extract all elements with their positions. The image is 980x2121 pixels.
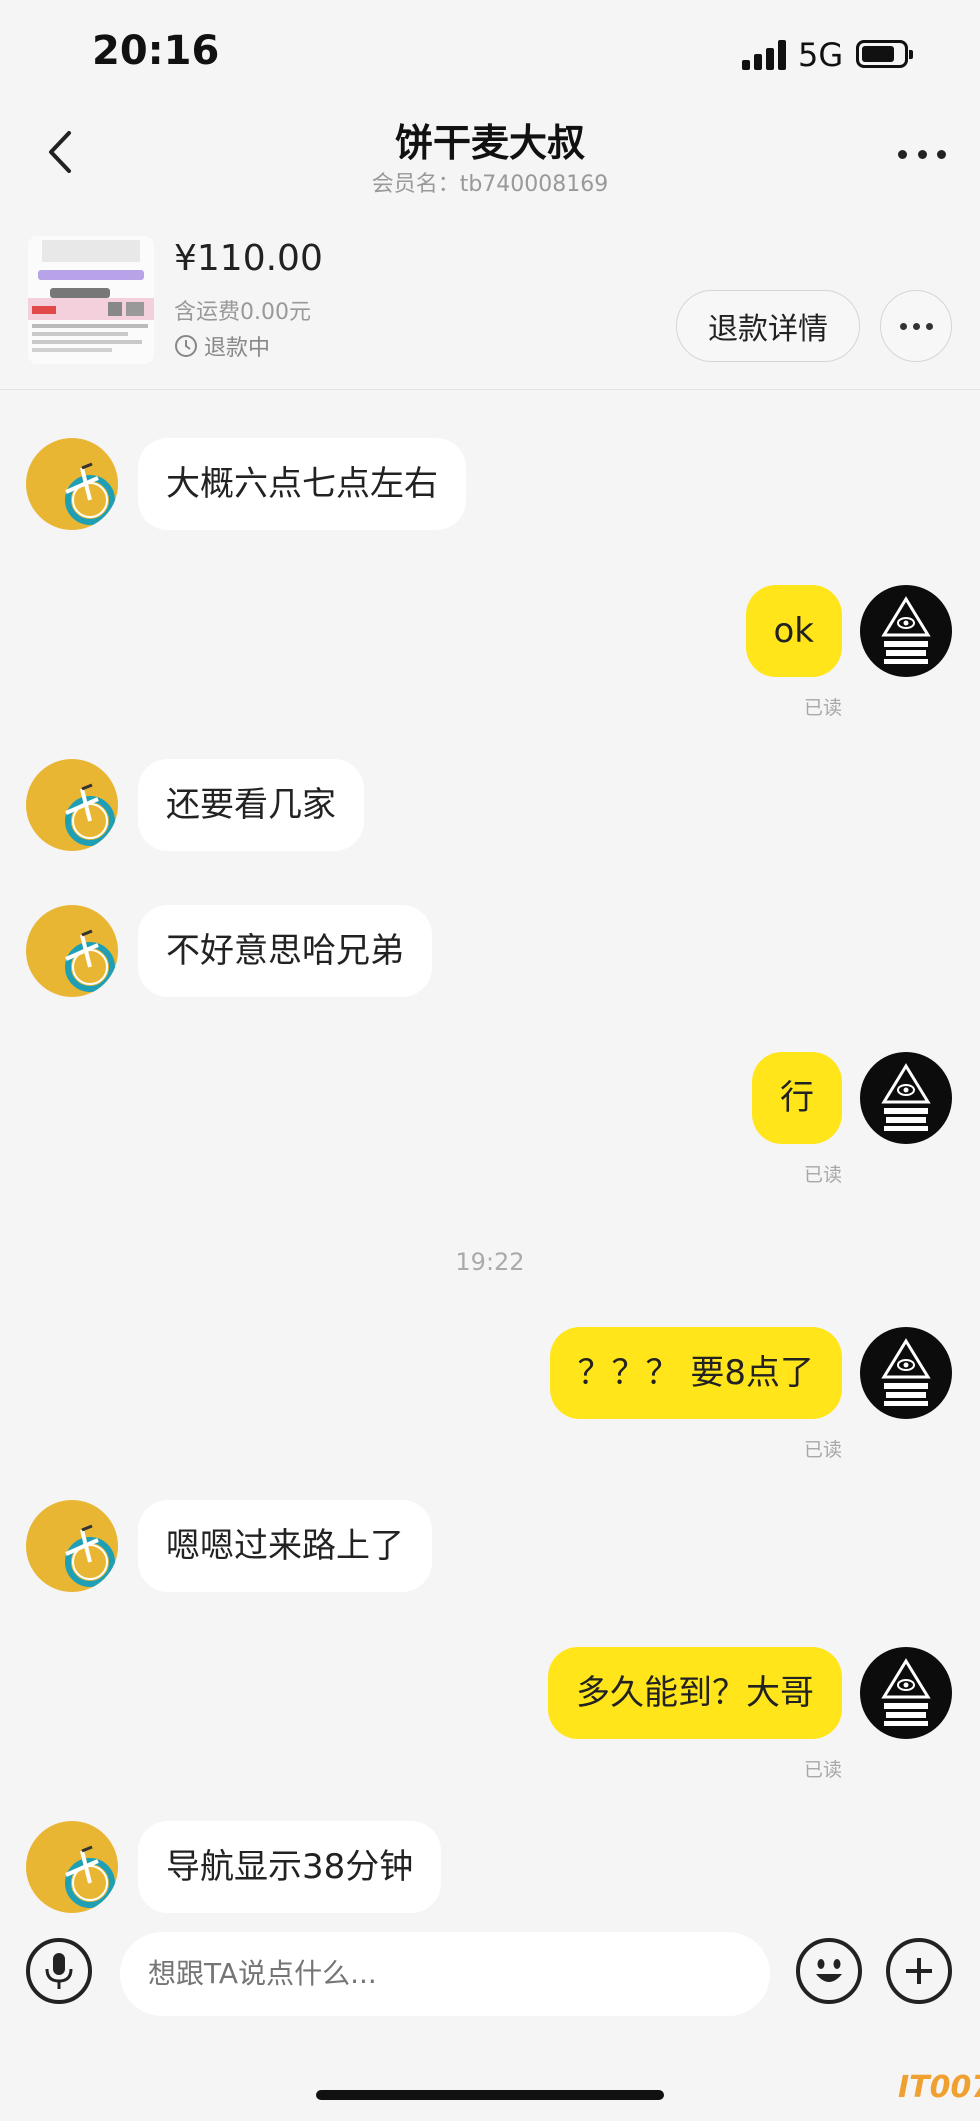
refund-status-label: 退款中 — [204, 336, 271, 361]
battery-icon — [856, 40, 913, 68]
more-options-button[interactable] — [890, 134, 954, 174]
plus-icon — [906, 1958, 932, 1984]
message-row: 多久能到？大哥 已读 — [0, 1647, 980, 1781]
message-row: 不好意思哈兄弟 — [0, 905, 980, 997]
message-row: ？？？ 要8点了 已读 — [0, 1327, 980, 1461]
dot-icon — [898, 149, 907, 159]
home-indicator — [316, 2090, 664, 2100]
message-bubble-outgoing[interactable]: 多久能到？大哥 — [548, 1647, 842, 1739]
read-receipt: 已读 — [803, 1439, 842, 1461]
chat-header: 饼干麦大叔 会员名：tb740008169 — [0, 100, 980, 210]
refund-details-button[interactable]: 退款详情 — [676, 290, 860, 362]
voice-button[interactable] — [26, 1938, 92, 2004]
more-actions-button[interactable] — [886, 1938, 952, 2004]
order-price: ¥110.00 — [174, 238, 323, 279]
contact-avatar[interactable] — [26, 438, 118, 530]
signal-icon — [742, 40, 786, 70]
order-card: ¥110.00 含运费0.00元 退款中 退款详情 — [0, 226, 980, 390]
dot-icon — [925, 322, 933, 330]
message-bubble-outgoing[interactable]: ？？？ 要8点了 — [549, 1327, 842, 1419]
message-bubble-incoming[interactable]: 不好意思哈兄弟 — [138, 905, 432, 997]
message-row: 大概六点七点左右 — [0, 438, 980, 530]
message-row: 还要看几家 — [0, 759, 980, 851]
message-row: 嗯嗯过来路上了 — [0, 1500, 980, 1592]
message-bubble-incoming[interactable]: 嗯嗯过来路上了 — [138, 1500, 432, 1592]
message-bubble-incoming[interactable]: 导航显示38分钟 — [138, 1821, 442, 1913]
member-name: 会员名：tb740008169 — [371, 172, 609, 197]
contact-avatar[interactable] — [26, 759, 118, 851]
contact-name: 饼干麦大叔 — [394, 121, 585, 165]
user-avatar[interactable] — [860, 1052, 952, 1144]
user-avatar[interactable] — [860, 585, 952, 677]
dot-icon — [899, 322, 907, 330]
smiley-icon — [816, 1959, 842, 1982]
contact-avatar[interactable] — [26, 1821, 118, 1913]
message-row: 导航显示38分钟 — [0, 1821, 980, 1913]
user-avatar[interactable] — [860, 1647, 952, 1739]
chat-timestamp: 19:22 — [455, 1248, 525, 1276]
contact-avatar[interactable] — [26, 905, 118, 997]
contact-avatar[interactable] — [26, 1500, 118, 1592]
read-receipt: 已读 — [803, 697, 842, 719]
user-avatar[interactable] — [860, 1327, 952, 1419]
refund-status: 退款中 — [174, 330, 270, 362]
input-bar — [0, 1928, 980, 2024]
status-time: 20:16 — [92, 28, 220, 74]
emoji-button[interactable] — [796, 1938, 862, 2004]
clock-icon — [175, 335, 197, 357]
status-bar: 20:16 5G — [0, 0, 980, 110]
dot-icon — [912, 322, 920, 330]
microphone-icon — [45, 1953, 73, 1989]
watermark: IT007 — [898, 2070, 980, 2105]
message-bubble-outgoing[interactable]: 行 — [752, 1052, 842, 1144]
message-bubble-incoming[interactable]: 大概六点七点左右 — [138, 438, 466, 530]
read-receipt: 已读 — [803, 1759, 842, 1781]
read-receipt: 已读 — [803, 1164, 842, 1186]
message-input[interactable] — [120, 1932, 770, 2016]
order-more-button[interactable] — [880, 290, 952, 362]
message-bubble-outgoing[interactable]: ok — [745, 585, 842, 677]
message-row: 行 已读 — [0, 1052, 980, 1186]
message-row: ok 已读 — [0, 585, 980, 719]
dot-icon — [937, 149, 946, 159]
message-bubble-incoming[interactable]: 还要看几家 — [138, 759, 364, 851]
network-label: 5G — [798, 36, 844, 74]
shipping-fee: 含运费0.00元 — [174, 300, 311, 325]
product-thumbnail[interactable] — [28, 236, 154, 364]
dot-icon — [917, 149, 927, 159]
